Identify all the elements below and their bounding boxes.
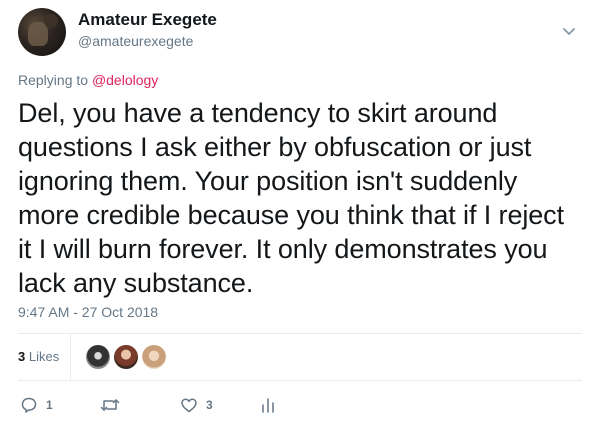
replying-to: Replying to @delology bbox=[18, 72, 158, 88]
heart-icon bbox=[180, 396, 198, 414]
author-handle[interactable]: @amateurexegete bbox=[78, 31, 217, 51]
reply-button[interactable]: 1 bbox=[20, 390, 53, 420]
retweet-icon bbox=[100, 396, 120, 414]
divider bbox=[18, 380, 582, 381]
reply-mention-link[interactable]: @delology bbox=[92, 72, 158, 88]
liker-avatar[interactable] bbox=[86, 345, 110, 369]
tweet-header: Amateur Exegete @amateurexegete bbox=[18, 8, 582, 58]
like-button[interactable]: 3 bbox=[180, 390, 213, 420]
author-display-name[interactable]: Amateur Exegete bbox=[78, 10, 217, 30]
replying-to-label: Replying to bbox=[18, 72, 89, 88]
reply-count: 1 bbox=[46, 398, 53, 412]
chevron-down-icon[interactable] bbox=[560, 22, 578, 40]
retweet-button[interactable] bbox=[100, 390, 128, 420]
liker-avatar[interactable] bbox=[142, 345, 166, 369]
liker-avatars bbox=[86, 345, 170, 369]
like-count: 3 bbox=[206, 398, 213, 412]
likes-separator bbox=[70, 334, 71, 380]
likes-count-number: 3 bbox=[18, 349, 26, 364]
analytics-icon bbox=[260, 396, 276, 414]
analytics-button[interactable] bbox=[260, 390, 276, 420]
author-name-block[interactable]: Amateur Exegete @amateurexegete bbox=[78, 10, 217, 51]
tweet-card: Amateur Exegete @amateurexegete Replying… bbox=[0, 0, 600, 446]
tweet-actions: 1 3 bbox=[18, 390, 582, 420]
likes-count-link[interactable]: 3 Likes bbox=[18, 349, 59, 364]
tweet-text: Del, you have a tendency to skirt around… bbox=[18, 98, 564, 298]
tweet-timestamp[interactable]: 9:47 AM - 27 Oct 2018 bbox=[18, 304, 158, 320]
reply-icon bbox=[20, 396, 38, 414]
likes-row: 3 Likes bbox=[18, 334, 582, 380]
author-avatar[interactable] bbox=[18, 8, 66, 56]
likes-count-label: Likes bbox=[28, 349, 60, 364]
liker-avatar[interactable] bbox=[114, 345, 138, 369]
